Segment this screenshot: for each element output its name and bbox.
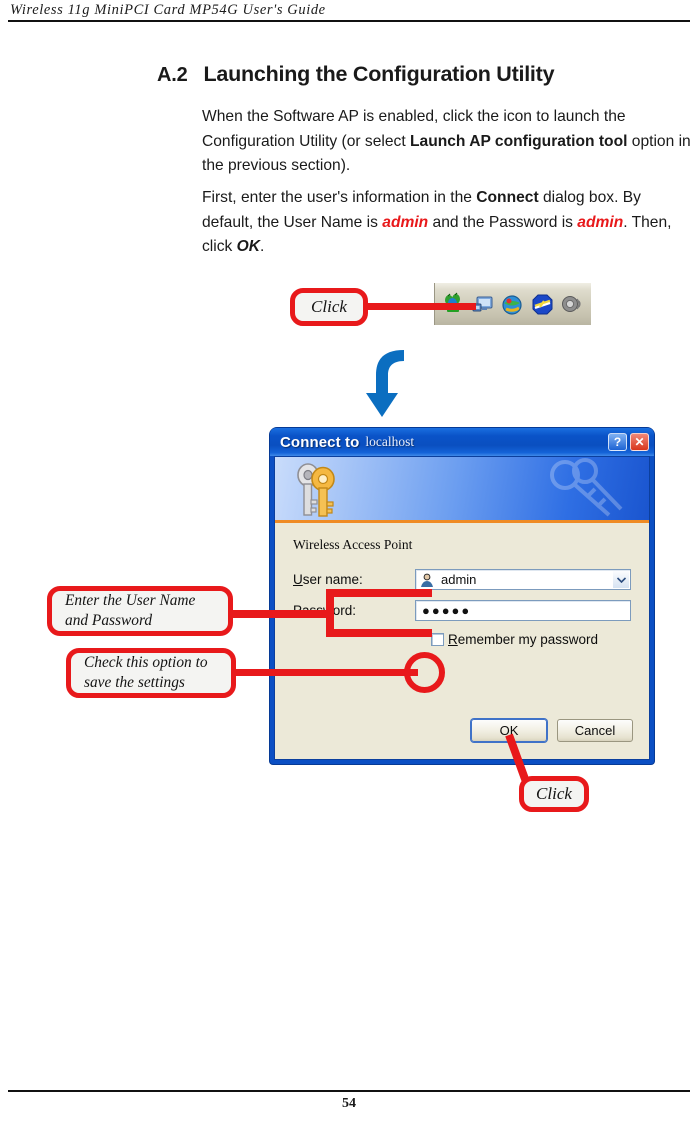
section-title: Launching the Configuration Utility <box>203 62 555 86</box>
paragraph-intro-bold: Launch AP configuration tool <box>410 132 628 150</box>
dialog-titlebar-buttons: ? ✕ <box>608 433 649 451</box>
password-row: Password: ●●●●● <box>293 600 631 621</box>
dialog-titlebar: Connect to localhost ? ✕ <box>270 428 654 456</box>
paragraph-credentials: First, enter the user's information in t… <box>202 186 694 260</box>
dialog-title-host: localhost <box>365 434 415 449</box>
chevron-down-icon[interactable] <box>613 571 629 588</box>
paragraph-credentials-text-1: First, enter the user's information in t… <box>202 189 477 206</box>
callout-click-tray-label: Click <box>311 297 347 316</box>
callout-enter-credentials-text: Enter the User Name and Password <box>65 591 228 631</box>
paragraph-credentials-username-value: admin <box>382 213 429 231</box>
section-number: A.2 <box>157 64 188 86</box>
connector-line-to-username <box>330 589 432 597</box>
dialog-title: Connect to <box>280 433 360 451</box>
close-icon[interactable]: ✕ <box>630 433 649 451</box>
safely-remove-hardware-icon[interactable] <box>530 292 555 317</box>
password-value: ●●●●● <box>422 603 472 618</box>
highlight-ring-checkbox <box>404 652 445 693</box>
callout-click-ok-label: Click <box>536 784 572 803</box>
callout-click-tray: Click <box>290 288 368 326</box>
page-footer: 54 <box>8 1090 690 1112</box>
remember-password-label-accel: R <box>448 632 458 647</box>
remember-password-checkbox[interactable] <box>431 633 444 646</box>
remember-password-label: Remember my password <box>448 632 598 647</box>
callout-enter-credentials-line1: Enter the User Name <box>65 592 196 609</box>
connector-line-to-password <box>330 629 432 637</box>
dialog-banner <box>275 457 649 523</box>
callout-enter-credentials: Enter the User Name and Password <box>47 586 233 636</box>
section-heading: A.2 Launching the Configuration Utility <box>157 62 555 87</box>
paragraph-credentials-text-3: and the Password is <box>428 213 578 231</box>
header-rule <box>8 20 690 22</box>
username-label-accel: U <box>293 572 303 587</box>
username-input[interactable]: admin <box>415 569 631 590</box>
paragraph-credentials-bold-connect: Connect <box>476 189 539 206</box>
running-header-text: Wireless 11g MiniPCI Card MP54G User's G… <box>10 2 326 18</box>
dialog-buttons: OK Cancel <box>471 719 633 742</box>
callout-check-option: Check this option to save the settings <box>66 648 236 698</box>
page-number: 54 <box>342 1096 356 1111</box>
internet-globe-icon[interactable] <box>500 292 525 317</box>
help-button[interactable]: ? <box>608 433 627 451</box>
paragraph-credentials-text-5: . <box>260 238 265 255</box>
callout-click-ok: Click <box>519 776 589 812</box>
running-header: Wireless 11g MiniPCI Card MP54G User's G… <box>8 2 690 22</box>
remember-password-row[interactable]: Remember my password <box>431 632 631 647</box>
username-value: admin <box>441 572 477 587</box>
username-label: User name: <box>293 572 415 587</box>
username-row: User name: admin <box>293 569 631 590</box>
paragraph-credentials-bold-ok: OK <box>236 238 261 255</box>
callout-check-option-line1: Check this option to <box>84 654 208 671</box>
volume-speaker-icon[interactable] <box>559 292 584 317</box>
user-account-icon <box>419 572 435 588</box>
callout-check-option-text: Check this option to save the settings <box>84 653 231 693</box>
cancel-button[interactable]: Cancel <box>557 719 633 742</box>
username-label-rest: ser name: <box>302 572 363 587</box>
password-input[interactable]: ●●●●● <box>415 600 631 621</box>
blue-down-arrow-icon <box>362 345 428 428</box>
footer-rule <box>8 1090 690 1092</box>
keys-icon <box>289 462 351 520</box>
connector-line-click-to-tray <box>364 303 476 310</box>
dialog-content: Wireless Access Point User name: admin ●… <box>275 523 649 758</box>
connector-line-credentials-trunk <box>228 610 332 618</box>
callout-check-option-line2: save the settings <box>84 674 185 691</box>
banner-watermark-keys-icon <box>525 457 635 520</box>
remember-password-label-rest: emember my password <box>457 632 599 647</box>
connector-line-to-checkbox <box>230 669 418 676</box>
access-point-label: Wireless Access Point <box>293 537 413 552</box>
paragraph-credentials-password-value: admin <box>577 213 624 231</box>
callout-enter-credentials-line2: and Password <box>65 612 153 629</box>
paragraph-intro: When the Software AP is enabled, click t… <box>202 105 694 179</box>
